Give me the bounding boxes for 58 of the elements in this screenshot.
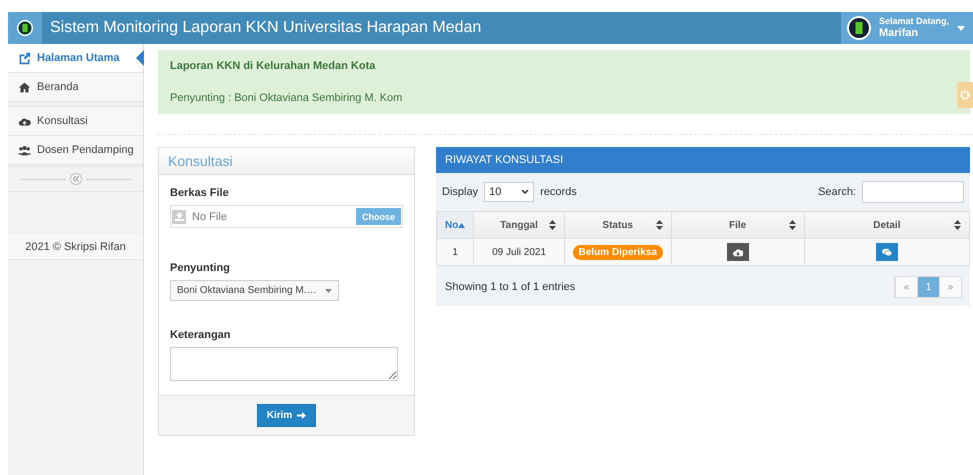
column-header[interactable]: No: [436, 212, 474, 238]
display-label: Display: [442, 186, 478, 198]
greeting-text: Selamat Datang,: [878, 17, 949, 27]
app-title: Sistem Monitoring Laporan KKN Universitas Harapan Medan: [50, 19, 482, 37]
upload-icon: [174, 212, 184, 221]
field-label: Penyunting: [170, 262, 231, 274]
user-name: Marifan: [878, 26, 920, 39]
comments-icon: [882, 248, 892, 256]
chevron-down-icon: [521, 190, 530, 194]
search-label: Search:: [818, 186, 856, 198]
editor-select[interactable]: Boni Oktaviana Sembiring M.…: [170, 280, 339, 301]
sort-icon: [656, 220, 662, 230]
avatar-icon: [846, 16, 871, 40]
table-cell: 09 Juli 2021: [474, 238, 564, 266]
entries-info: Showing 1 to 1 of 1 entries: [445, 281, 576, 293]
page-size-select[interactable]: 10: [484, 182, 534, 202]
sidebar-item[interactable]: Halaman Utama: [8, 44, 143, 73]
column-header[interactable]: Tanggal: [474, 212, 564, 238]
caret-icon: [324, 288, 332, 292]
detail-button[interactable]: [876, 243, 898, 261]
sort-icon: [788, 220, 796, 230]
active-marker-icon: [136, 50, 144, 66]
arrow-right-icon: [297, 411, 306, 420]
footer-text: 2021 © Skripsi Rifan: [25, 240, 126, 252]
field-label: Berkas File: [170, 187, 230, 199]
search-field[interactable]: [862, 181, 964, 203]
sidebar-item[interactable]: Dosen Pendamping: [8, 136, 143, 165]
home-icon: [18, 80, 31, 94]
settings-button[interactable]: [957, 82, 973, 108]
double-chevron-left-icon: [72, 176, 78, 182]
cloud-download-icon: [732, 248, 743, 256]
sidebar-item[interactable]: Beranda: [8, 73, 143, 102]
caret-icon: [957, 26, 965, 30]
column-header[interactable]: File: [671, 212, 804, 238]
users-icon: [18, 144, 31, 156]
collapse-button[interactable]: [70, 173, 82, 185]
records-label: records: [540, 186, 577, 198]
file-field[interactable]: No File Choose: [170, 205, 403, 228]
sidebar-item[interactable]: Konsultasi: [8, 106, 143, 136]
field-label: Keterangan: [170, 329, 232, 341]
logo-icon: [17, 20, 33, 36]
settings-icon: [960, 90, 970, 100]
alert-title: Laporan KKN di Kelurahan Medan Kota: [170, 60, 376, 72]
note-field[interactable]: [170, 347, 398, 381]
sort-icon: [954, 220, 961, 230]
submit-button[interactable]: Kirim: [256, 404, 316, 427]
alert-text: Penyunting : Boni Oktaviana Sembiring M. Kom: [170, 92, 404, 104]
file-placeholder: No File: [191, 210, 228, 222]
panel-title: Konsultasi: [168, 153, 233, 169]
download-button[interactable]: [726, 243, 749, 261]
column-header[interactable]: Detail: [804, 212, 970, 238]
external-link-icon: [18, 52, 31, 64]
status-badge: Belum Diperiksa: [572, 244, 663, 260]
panel-title: RIWAYAT KONSULTASI: [445, 154, 564, 166]
table-cell: 1: [436, 238, 474, 266]
column-header[interactable]: Status: [564, 212, 671, 238]
sort-icon: [548, 220, 556, 230]
sort-ascending-icon: [458, 222, 466, 228]
